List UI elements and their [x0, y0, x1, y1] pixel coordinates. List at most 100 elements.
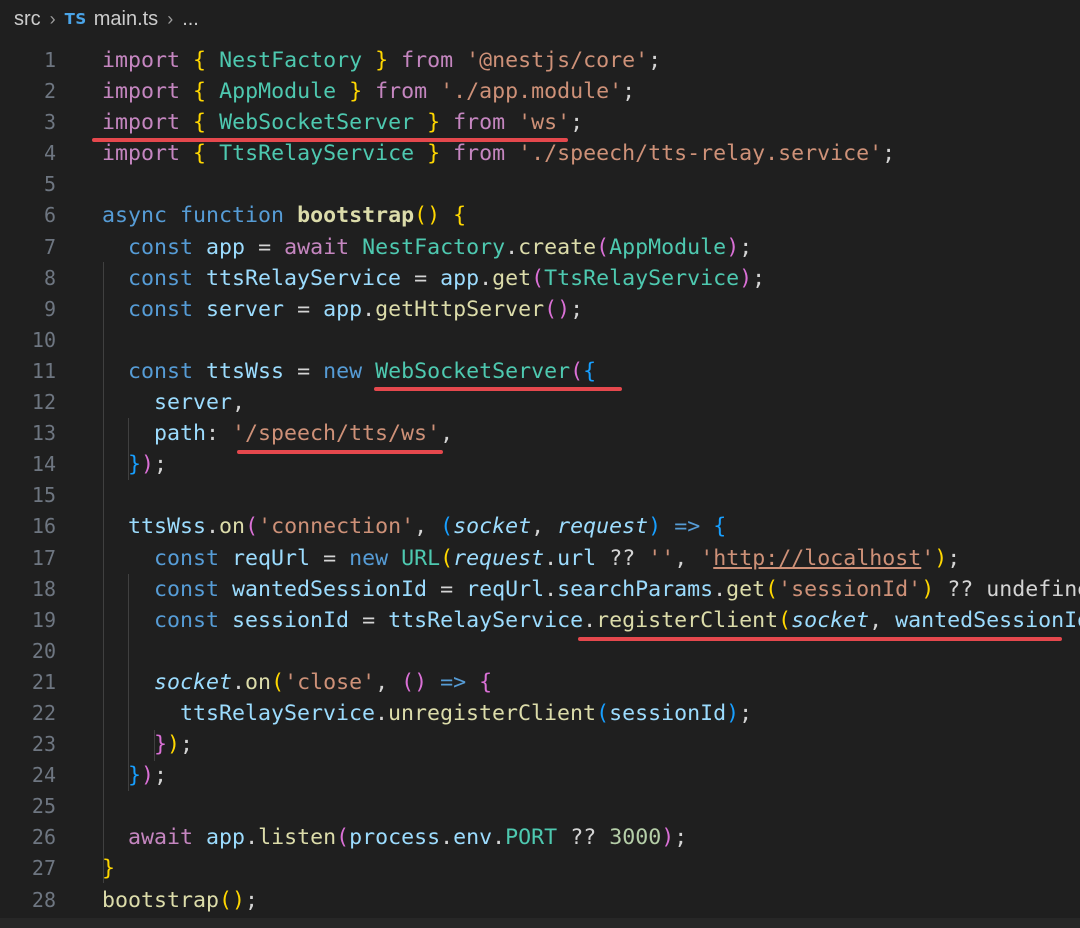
code-line[interactable]: 16 ttsWss.on('connection', (socket, requ…	[0, 511, 1080, 542]
code-line[interactable]: 1 import { NestFactory } from '@nestjs/co…	[0, 45, 1080, 76]
code-token: (	[440, 514, 454, 540]
code-editor[interactable]: src › TS main.ts › ... 1 import { NestFac…	[0, 0, 1080, 928]
line-source: const server = app.getHttpServer();	[102, 294, 583, 325]
line-number: 20	[31, 638, 56, 663]
code-line[interactable]: 5	[0, 169, 1080, 200]
code-line[interactable]: 23 });	[0, 729, 1080, 760]
code-line[interactable]: 25	[0, 791, 1080, 822]
code-token: )	[739, 265, 753, 291]
code-token: .	[232, 669, 246, 695]
line-source: server,	[102, 387, 245, 418]
line-source: ttsRelayService.unregisterClient(session…	[102, 698, 752, 729]
code-line[interactable]: 15	[0, 480, 1080, 511]
code-token: const	[154, 545, 220, 571]
code-line[interactable]: 19 const sessionId = ttsRelayService.reg…	[0, 605, 1080, 636]
annotation-underline	[237, 450, 443, 454]
code-token: url	[557, 545, 597, 571]
line-number: 5	[43, 172, 56, 197]
code-token: '	[700, 545, 714, 571]
code-line[interactable]: 3 import { WebSocketServer } from 'ws';	[0, 107, 1080, 138]
code-line[interactable]: 27}	[0, 853, 1080, 884]
code-token: searchParams	[557, 576, 714, 602]
code-line[interactable]: 18 const wantedSessionId = reqUrl.search…	[0, 574, 1080, 605]
code-token: .	[375, 700, 389, 726]
code-token: ;	[245, 887, 259, 913]
code-line[interactable]: 14 });	[0, 449, 1080, 480]
code-line[interactable]: 17 const reqUrl = new URL(request.url ??…	[0, 543, 1080, 574]
code-token: )	[921, 576, 935, 602]
code-line[interactable]: 22 ttsRelayService.unregisterClient(sess…	[0, 698, 1080, 729]
code-token: (	[596, 700, 610, 726]
code-token: )	[167, 732, 181, 758]
code-token: ,	[375, 669, 402, 695]
code-line[interactable]: 7 const app = await NestFactory.create(A…	[0, 232, 1080, 263]
breadcrumb-file[interactable]: main.ts	[94, 8, 158, 31]
code-token: {	[193, 110, 207, 136]
code-token: registerClient	[596, 607, 779, 633]
code-token: function	[180, 203, 285, 229]
code-token: new	[323, 358, 363, 384]
code-token: 'connection'	[258, 514, 415, 540]
code-line[interactable]: 12 server,	[0, 387, 1080, 418]
line-number: 25	[31, 794, 56, 819]
breadcrumb-symbols[interactable]: ...	[182, 8, 199, 31]
breadcrumb-folder[interactable]: src	[14, 8, 41, 31]
code-token: ()	[219, 887, 246, 913]
code-token: }	[427, 141, 441, 167]
code-token: ttsWss	[206, 358, 285, 384]
code-line[interactable]: 9 const server = app.getHttpServer();	[0, 294, 1080, 325]
code-token: await	[128, 825, 194, 851]
code-token: =	[284, 358, 324, 384]
code-token: from	[453, 141, 506, 167]
code-line[interactable]: 26 await app.listen(process.env.PORT ?? …	[0, 822, 1080, 853]
code-token: ??	[596, 545, 649, 571]
code-token: ()	[414, 203, 441, 229]
code-token: {	[453, 203, 467, 229]
code-line[interactable]: 13 path: '/speech/tts/ws',	[0, 418, 1080, 449]
code-line[interactable]: 4 import { TtsRelayService } from './spee…	[0, 138, 1080, 169]
code-line[interactable]: 24 });	[0, 760, 1080, 791]
code-area[interactable]: 1 import { NestFactory } from '@nestjs/co…	[0, 45, 1080, 916]
code-line[interactable]: 21 socket.on('close', () => {	[0, 667, 1080, 698]
code-line[interactable]: 10	[0, 325, 1080, 356]
code-token: .	[479, 265, 493, 291]
code-line[interactable]: 6 async function bootstrap() {	[0, 200, 1080, 231]
line-source: const sessionId = ttsRelayService.regist…	[102, 605, 1080, 636]
line-number: 19	[31, 607, 56, 632]
code-line[interactable]: 2 import { AppModule } from './app.module…	[0, 76, 1080, 107]
code-token: ,	[531, 514, 558, 540]
code-token: }	[128, 452, 142, 478]
code-token: 3000	[609, 825, 662, 851]
code-line[interactable]: 28 bootstrap();	[0, 885, 1080, 916]
line-number: 10	[31, 327, 56, 352]
code-line[interactable]: 8 const ttsRelayService = app.get(TtsRel…	[0, 263, 1080, 294]
code-token: ttsRelayService	[206, 265, 402, 291]
code-line[interactable]: 11 const ttsWss = new WebSocketServer({	[0, 356, 1080, 387]
code-token: AppModule	[219, 79, 337, 105]
code-token: .	[245, 825, 259, 851]
line-source: });	[102, 760, 167, 791]
code-token: import	[102, 110, 181, 136]
line-source: const app = await NestFactory.create(App…	[102, 232, 752, 263]
code-token: =>	[674, 514, 701, 540]
code-token: socket	[154, 669, 233, 695]
line-number: 14	[31, 452, 56, 477]
code-token: ??	[557, 825, 610, 851]
code-token: ;	[947, 545, 961, 571]
code-token: wantedSessionId	[232, 576, 428, 602]
code-token: const	[128, 234, 194, 260]
